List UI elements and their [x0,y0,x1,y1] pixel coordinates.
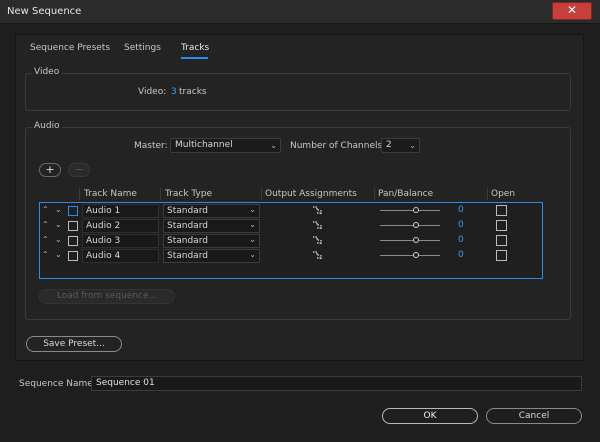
pan-slider-track[interactable] [420,210,440,211]
track-type-value: Standard [167,236,208,246]
cancel-button[interactable]: Cancel [486,408,582,424]
pan-value[interactable]: 0 [458,220,464,230]
track-type-value: Standard [167,206,208,216]
column-header-pan-balance: Pan/Balance [378,189,434,199]
video-track-unit: tracks [179,87,207,97]
track-select-checkbox[interactable] [68,206,78,216]
track-type-dropdown[interactable]: Standard ⌄ [163,204,260,218]
video-label: Video: [138,87,167,97]
audio-group-label: Audio [32,121,62,131]
chevron-down-icon[interactable]: ⌄ [55,250,62,259]
pan-slider-track[interactable] [420,225,440,226]
channels-value: 2 [386,140,392,150]
channels-label: Number of Channels: [290,141,386,151]
save-preset-button[interactable]: Save Preset... [26,336,122,352]
column-divider [487,188,488,200]
track-type-dropdown[interactable]: Standard ⌄ [163,234,260,248]
active-tab-indicator [181,57,208,59]
chevron-down-icon: ⌄ [249,205,256,214]
track-name-field[interactable]: Audio 2 [82,219,159,233]
column-header-output-assignments: Output Assignments [265,189,357,199]
table-row[interactable]: ⌃ ⌄ Audio 3 Standard ⌄ 0 [40,234,542,249]
pan-slider-track[interactable] [420,255,440,256]
pan-slider-knob[interactable] [413,207,419,213]
add-track-button[interactable]: + [39,163,61,177]
pan-value[interactable]: 0 [458,235,464,245]
pan-slider-knob[interactable] [413,222,419,228]
column-divider [79,188,80,200]
master-dropdown[interactable]: Multichannel ⌄ [170,138,281,153]
title-bar: New Sequence ✕ [0,0,600,24]
track-select-checkbox[interactable] [68,221,78,231]
video-group [25,73,571,111]
output-assignment-icon[interactable] [312,220,324,232]
column-header-open: Open [491,189,516,199]
chevron-down-icon: ⌄ [409,141,416,150]
window-title: New Sequence [7,6,82,17]
master-label: Master: [134,141,168,151]
tab-settings[interactable]: Settings [124,43,161,53]
master-value: Multichannel [175,140,233,150]
table-row[interactable]: ⌃ ⌄ Audio 1 Standard ⌄ 0 [40,204,542,219]
column-divider [261,188,262,200]
track-name-field[interactable]: Audio 1 [82,204,159,218]
ok-button[interactable]: OK [382,408,478,424]
track-type-value: Standard [167,251,208,261]
output-assignment-icon[interactable] [312,250,324,262]
chevron-down-icon[interactable]: ⌄ [55,235,62,244]
track-select-checkbox[interactable] [68,236,78,246]
tab-sequence-presets[interactable]: Sequence Presets [30,43,110,53]
pan-slider-knob[interactable] [413,237,419,243]
pan-value[interactable]: 0 [458,205,464,215]
chevron-up-icon[interactable]: ⌃ [42,235,49,244]
column-header-track-type: Track Type [165,189,213,199]
chevron-up-icon[interactable]: ⌃ [42,250,49,259]
track-type-value: Standard [167,221,208,231]
remove-track-button: − [68,163,90,177]
video-track-count[interactable]: 3 [171,87,177,97]
track-name-field[interactable]: Audio 4 [82,249,159,263]
output-assignment-icon[interactable] [312,205,324,217]
open-checkbox[interactable] [496,235,507,246]
tab-tracks[interactable]: Tracks [181,43,209,53]
output-assignment-icon[interactable] [312,235,324,247]
column-header-track-name: Track Name [84,189,137,199]
open-checkbox[interactable] [496,250,507,261]
chevron-down-icon[interactable]: ⌄ [55,220,62,229]
close-button[interactable]: ✕ [552,2,592,20]
chevron-down-icon[interactable]: ⌄ [55,205,62,214]
track-select-checkbox[interactable] [68,251,78,261]
column-divider [374,188,375,200]
chevron-down-icon: ⌄ [249,220,256,229]
chevron-up-icon[interactable]: ⌃ [42,220,49,229]
table-row[interactable]: ⌃ ⌄ Audio 2 Standard ⌄ 0 [40,219,542,234]
track-type-dropdown[interactable]: Standard ⌄ [163,219,260,233]
chevron-up-icon[interactable]: ⌃ [42,205,49,214]
sequence-name-label: Sequence Name: [19,379,96,389]
audio-tracks-table: ⌃ ⌄ Audio 1 Standard ⌄ 0 ⌃ ⌄ Audio 2 Stan… [39,202,543,279]
chevron-down-icon: ⌄ [249,235,256,244]
video-group-label: Video [32,67,62,77]
open-checkbox[interactable] [496,205,507,216]
chevron-down-icon: ⌄ [249,250,256,259]
pan-slider-knob[interactable] [413,252,419,258]
channels-dropdown[interactable]: 2 ⌄ [381,138,420,153]
pan-value[interactable]: 0 [458,250,464,260]
chevron-down-icon: ⌄ [270,141,277,150]
column-divider [160,188,161,200]
sequence-name-input[interactable]: Sequence 01 [91,376,582,391]
track-name-field[interactable]: Audio 3 [82,234,159,248]
open-checkbox[interactable] [496,220,507,231]
table-row[interactable]: ⌃ ⌄ Audio 4 Standard ⌄ 0 [40,249,542,264]
load-from-sequence-button: Load from sequence... [39,289,175,304]
track-type-dropdown[interactable]: Standard ⌄ [163,249,260,263]
pan-slider-track[interactable] [420,240,440,241]
